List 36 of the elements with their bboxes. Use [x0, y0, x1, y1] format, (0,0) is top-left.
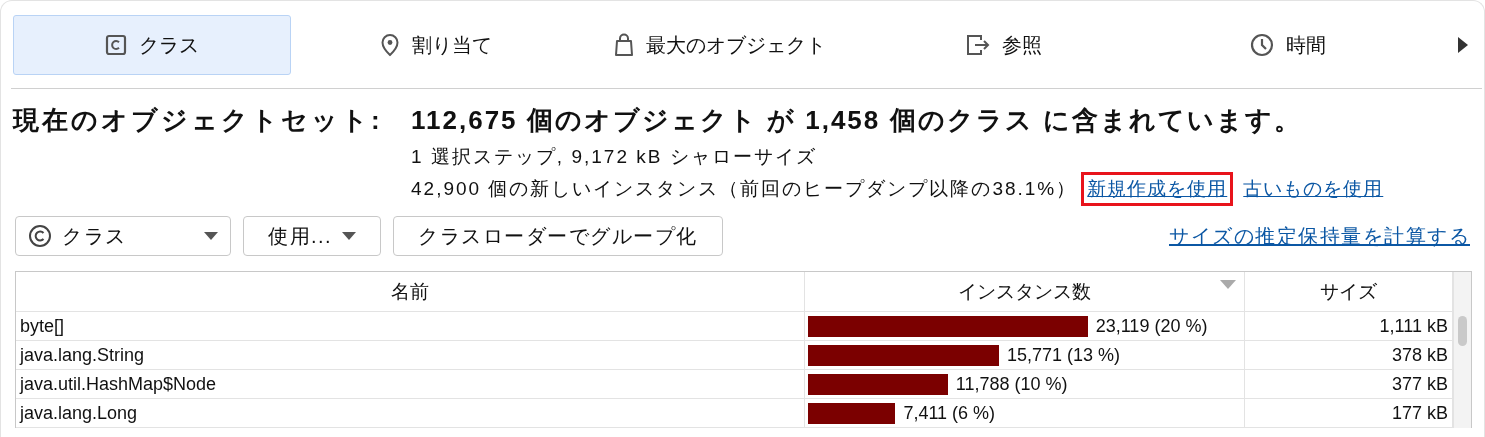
- link[interactable]: 新規作成を使用: [1081, 172, 1234, 206]
- tab[interactable]: クラス: [13, 15, 291, 75]
- table-cell: java.lang.Long: [16, 399, 805, 427]
- sort-descending-icon: [1220, 280, 1236, 289]
- table-cell: 11,788 (10 %): [955, 373, 1068, 395]
- copyright-c-icon: [28, 224, 52, 248]
- new-instances-text: 42,900 個の新しいインスタンス（前回のヒープダンプ以降の38.1%）: [411, 177, 1078, 201]
- table-cell: byte[]: [16, 312, 805, 340]
- scrollbar[interactable]: [1453, 272, 1471, 428]
- selection-steps-text: 1 選択ステップ, 9,172 kB シャローサイズ: [411, 146, 817, 167]
- link[interactable]: 古いものを使用: [1237, 172, 1390, 206]
- column-header[interactable]: 名前: [16, 272, 805, 311]
- class-icon: [105, 34, 127, 56]
- table-cell: java.util.HashMap$Node: [16, 370, 805, 398]
- caret-icon: [204, 232, 218, 240]
- table-cell: 23,119 (20 %): [1095, 315, 1208, 337]
- location-pin-icon: [380, 33, 400, 57]
- view-dropdown[interactable]: クラス: [15, 216, 231, 256]
- bag-icon: [614, 33, 634, 57]
- column-header[interactable]: インスタンス数: [805, 272, 1245, 311]
- exit-arrow-icon: [966, 34, 990, 56]
- tab[interactable]: 参照: [865, 15, 1143, 75]
- clock-icon: [1250, 33, 1274, 57]
- usage-menu-button[interactable]: 使用...: [243, 216, 382, 256]
- tab[interactable]: 割り当て: [297, 15, 575, 75]
- compute-retained-size-link[interactable]: サイズの推定保持量を計算する: [1169, 222, 1470, 250]
- summary-value: 112,675 個のオブジェクト が 1,458 個のクラス に含まれています。: [411, 104, 1302, 137]
- tab[interactable]: 時間: [1149, 15, 1427, 75]
- group-by-classloader-button[interactable]: クラスローダーでグループ化: [393, 216, 723, 256]
- table-cell: java.lang.String: [16, 341, 805, 369]
- table-cell: 15,771 (13 %): [1006, 344, 1121, 366]
- tab[interactable]: 最大のオブジェクト: [581, 15, 859, 75]
- table-cell: 7,411 (6 %): [903, 402, 996, 424]
- summary-label: 現在のオブジェクトセット:: [13, 104, 384, 137]
- scroll-right-icon[interactable]: [1458, 37, 1468, 53]
- caret-icon: [342, 232, 357, 240]
